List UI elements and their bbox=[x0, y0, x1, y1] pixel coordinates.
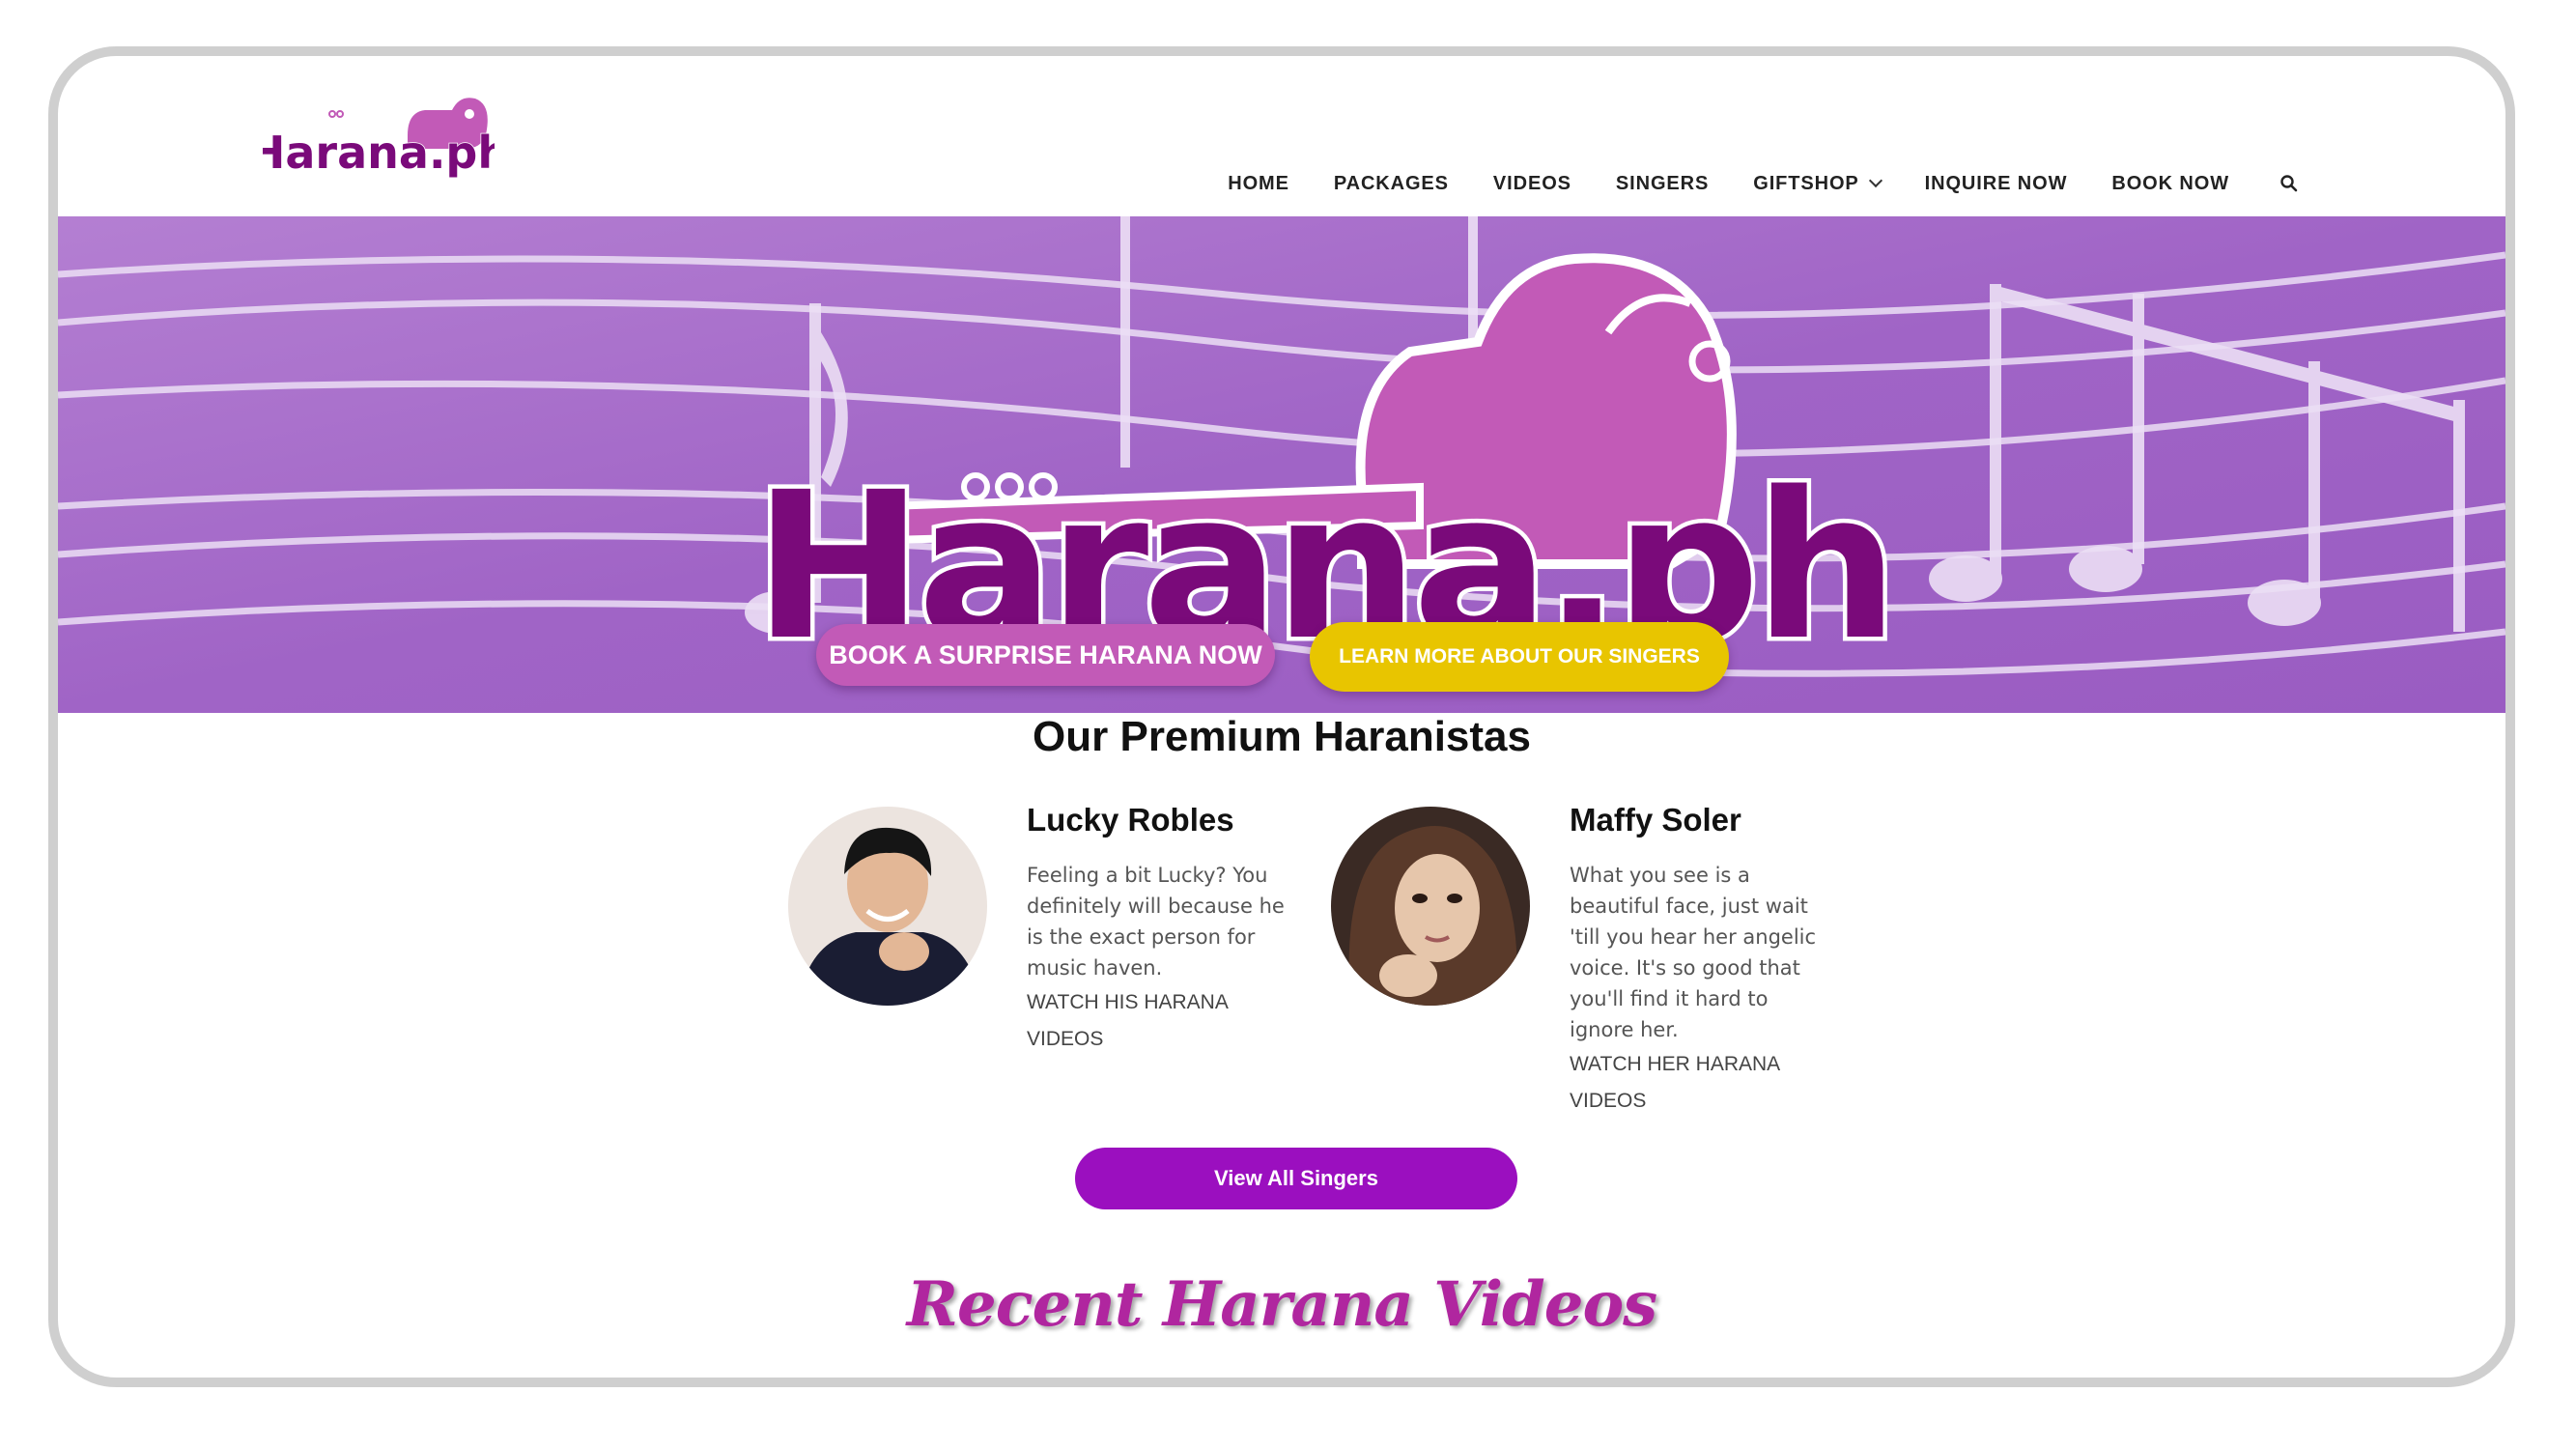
recent-videos-title: Recent Harana Videos bbox=[906, 1268, 1657, 1341]
main-nav: HOME PACKAGES VIDEOS SINGERS GIFTSHOP IN… bbox=[1183, 164, 2299, 203]
singer-name-lucky-robles: Lucky Robles bbox=[1027, 802, 1234, 838]
hero-banner: Harana.ph BOOK A SURPRISE HARANA NOW LEA… bbox=[58, 216, 2505, 713]
description-line: is the exact person for bbox=[1027, 925, 1256, 949]
description-line: What you see is a bbox=[1570, 864, 1750, 887]
chevron-down-icon bbox=[1868, 173, 1882, 188]
link-line: WATCH HIS HARANA bbox=[1027, 991, 1229, 1013]
description-line: music haven. bbox=[1027, 956, 1163, 980]
search-icon[interactable] bbox=[2279, 174, 2299, 193]
book-surprise-harana-button[interactable]: BOOK A SURPRISE HARANA NOW bbox=[816, 624, 1275, 686]
singer-photo-maffy-soler[interactable] bbox=[1331, 807, 1530, 1006]
description-line: beautiful face, just wait bbox=[1570, 895, 1808, 918]
nav-book-now[interactable]: BOOK NOW bbox=[2111, 173, 2229, 195]
description-line: definitely will because he bbox=[1027, 895, 1285, 918]
link-line: VIDEOS bbox=[1027, 1028, 1104, 1050]
browser-frame: Harana.ph HOME PACKAGES VIDEOS SINGERS G… bbox=[48, 46, 2515, 1387]
singer-name-maffy-soler: Maffy Soler bbox=[1570, 802, 1741, 838]
nav-home[interactable]: HOME bbox=[1228, 173, 1289, 195]
nav-giftshop-label: GIFTSHOP bbox=[1753, 172, 1859, 194]
nav-giftshop[interactable]: GIFTSHOP bbox=[1753, 172, 1882, 195]
link-line: VIDEOS bbox=[1570, 1090, 1647, 1112]
description-line: Feeling a bit Lucky? You bbox=[1027, 864, 1268, 887]
description-line: you'll find it hard to bbox=[1570, 987, 1769, 1010]
view-all-singers-button[interactable]: View All Singers bbox=[1075, 1148, 1517, 1209]
description-line: voice. It's so good that bbox=[1570, 956, 1800, 980]
link-line: WATCH HER HARANA bbox=[1570, 1053, 1781, 1075]
description-line: ignore her. bbox=[1570, 1018, 1679, 1041]
watch-her-harana-videos-link[interactable]: WATCH HER HARANA VIDEOS bbox=[1570, 1046, 1780, 1120]
singer-description-maffy-soler: What you see is a beautiful face, just w… bbox=[1570, 860, 1830, 1045]
singer-portrait bbox=[788, 807, 987, 1006]
nav-singers[interactable]: SINGERS bbox=[1616, 173, 1709, 195]
singer-portrait bbox=[1331, 807, 1530, 1006]
site-header: Harana.ph HOME PACKAGES VIDEOS SINGERS G… bbox=[58, 56, 2505, 216]
nav-packages[interactable]: PACKAGES bbox=[1334, 173, 1449, 195]
learn-more-singers-button[interactable]: LEARN MORE ABOUT OUR SINGERS bbox=[1310, 622, 1729, 692]
watch-his-harana-videos-link[interactable]: WATCH HIS HARANA VIDEOS bbox=[1027, 984, 1229, 1058]
nav-inquire-now[interactable]: INQUIRE NOW bbox=[1925, 173, 2068, 195]
logo-graphic: Harana.ph bbox=[263, 98, 495, 178]
singer-description-lucky-robles: Feeling a bit Lucky? You definitely will… bbox=[1027, 860, 1288, 983]
singer-photo-lucky-robles[interactable] bbox=[788, 807, 987, 1006]
section-title-haranistas: Our Premium Haranistas bbox=[1033, 713, 1531, 760]
hero-brand-logo: Harana.ph bbox=[750, 253, 1903, 670]
description-line: 'till you hear her angelic bbox=[1570, 925, 1817, 949]
nav-videos[interactable]: VIDEOS bbox=[1493, 173, 1571, 195]
site-logo[interactable]: Harana.ph bbox=[263, 91, 495, 178]
svg-text:Harana.ph: Harana.ph bbox=[263, 127, 495, 178]
